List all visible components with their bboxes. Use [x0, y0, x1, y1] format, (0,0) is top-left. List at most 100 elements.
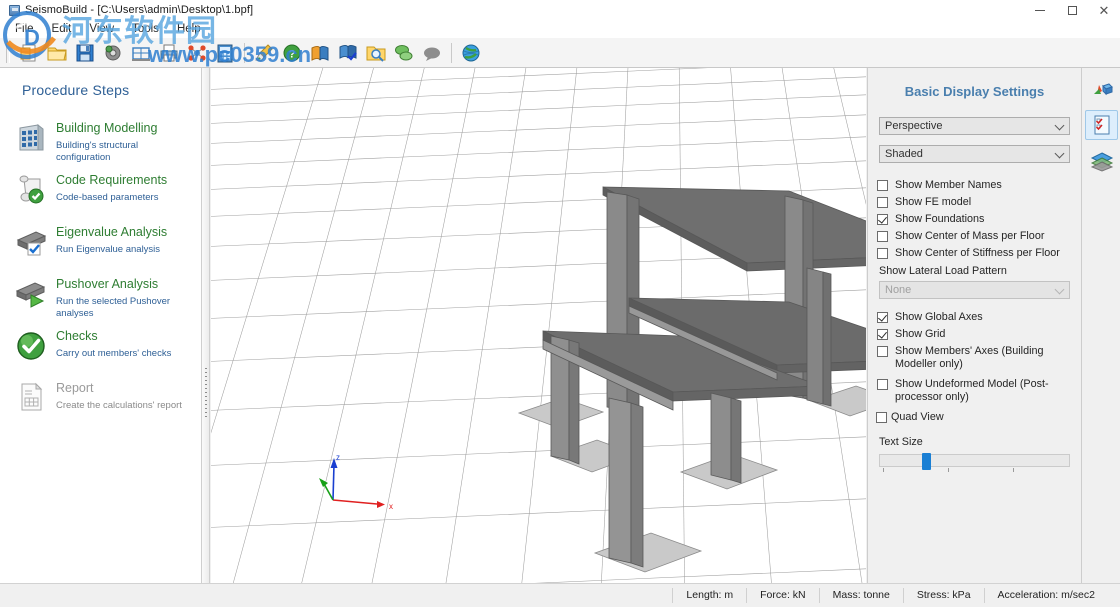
- checkbox-box-icon: [877, 180, 888, 191]
- sidebar-item-label: Building Modelling: [56, 121, 191, 136]
- checkbox-show-member-names[interactable]: Show Member Names: [868, 175, 1081, 192]
- paintbrush-icon[interactable]: [251, 40, 277, 66]
- sidebar-item-description: Run the selected Pushover analyses: [56, 296, 191, 320]
- view-3d-axes-icon[interactable]: [1085, 74, 1118, 104]
- sidebar-title: Procedure Steps: [0, 68, 201, 98]
- checkbox-show-fe-model[interactable]: Show FE model: [868, 192, 1081, 209]
- save-floppy-icon[interactable]: [72, 40, 98, 66]
- checkbox-show-undeformed-model[interactable]: Show Undeformed Model (Post-processor on…: [868, 371, 1081, 404]
- projection-dropdown[interactable]: Perspective: [879, 117, 1070, 135]
- print-icon[interactable]: [156, 40, 182, 66]
- menu-item-edit[interactable]: Edit: [43, 22, 81, 36]
- frame-grid-icon[interactable]: [128, 40, 154, 66]
- checkbox-checked-icon: [877, 312, 888, 323]
- sidebar-item-checks[interactable]: Checks Carry out members' checks: [0, 320, 201, 372]
- minimize-button[interactable]: [1024, 0, 1056, 20]
- checkbox-box-icon: [877, 231, 888, 242]
- building-icon: [14, 120, 48, 154]
- checkbox-show-foundations[interactable]: Show Foundations: [868, 209, 1081, 226]
- sidebar-item-description: Run Eigenvalue analysis: [56, 244, 167, 256]
- model-3d-canvas: x z: [211, 68, 866, 583]
- document-report-icon: [14, 380, 48, 414]
- column-front-mid: [609, 398, 631, 563]
- lateral-load-pattern-label: Show Lateral Load Pattern: [868, 260, 1081, 277]
- sidebar-item-description: Code-based parameters: [56, 192, 167, 204]
- checkbox-box-icon: [877, 248, 888, 259]
- menu-item-help[interactable]: Help: [168, 22, 210, 36]
- menu-item-tools[interactable]: Tools: [123, 22, 168, 36]
- calculator-icon[interactable]: [212, 40, 238, 66]
- splitter-grip-icon: [205, 368, 207, 420]
- checkbox-show-members-axes[interactable]: Show Members' Axes (Building Modeller on…: [868, 341, 1081, 371]
- menu-bar: File Edit View Tools Help: [0, 20, 1120, 38]
- model-viewport[interactable]: x z: [211, 68, 866, 583]
- checkbox-label: Show Undeformed Model (Post-processor on…: [895, 377, 1055, 404]
- axis-z-label: z: [336, 453, 340, 462]
- blue-book-check-icon[interactable]: [335, 40, 361, 66]
- status-stress: Stress: kPa: [903, 588, 984, 603]
- checkbox-label: Show Global Axes: [895, 310, 983, 324]
- gray-speech-icon[interactable]: [419, 40, 445, 66]
- slider-ticks: [879, 468, 1070, 475]
- status-bar: Length: m Force: kN Mass: tonne Stress: …: [0, 583, 1120, 607]
- checkbox-show-center-of-mass[interactable]: Show Center of Mass per Floor: [868, 226, 1081, 243]
- checkbox-show-global-axes[interactable]: Show Global Axes: [868, 307, 1081, 324]
- help-question-icon[interactable]: ?: [279, 40, 305, 66]
- sidebar-item-building-modelling[interactable]: Building Modelling Building's structural…: [0, 112, 201, 164]
- search-folder-icon[interactable]: [363, 40, 389, 66]
- checkbox-quad-view[interactable]: Quad View: [868, 404, 1081, 424]
- application-window: SeismoBuild - [C:\Users\admin\Desktop\1.…: [0, 0, 1120, 607]
- maximize-button[interactable]: [1056, 0, 1088, 20]
- checklist-icon[interactable]: [1085, 110, 1118, 140]
- chat-bubbles-icon[interactable]: [391, 40, 417, 66]
- chevron-down-icon: [1055, 149, 1065, 159]
- settings-panel-title: Basic Display Settings: [868, 68, 1081, 99]
- sidebar-item-report[interactable]: Report Create the calculations' report: [0, 372, 201, 424]
- checkbox-box-icon: [876, 412, 887, 423]
- module-play-icon: [14, 276, 48, 310]
- checkbox-show-grid[interactable]: Show Grid: [868, 324, 1081, 341]
- sidebar-item-label: Code Requirements: [56, 173, 167, 188]
- settings-gear-icon[interactable]: [100, 40, 126, 66]
- toolbar-separator-2: [451, 43, 452, 63]
- sidebar-item-code-requirements[interactable]: Code Requirements Code-based parameters: [0, 164, 201, 216]
- checkbox-label: Show FE model: [895, 195, 971, 209]
- sidebar-item-label: Pushover Analysis: [56, 277, 191, 292]
- menu-item-view[interactable]: View: [80, 22, 123, 36]
- checkbox-label: Show Member Names: [895, 178, 1002, 192]
- menu-item-file[interactable]: File: [6, 22, 43, 36]
- axis-x-label: x: [389, 502, 393, 511]
- orange-book-icon[interactable]: [307, 40, 333, 66]
- render-mode-value: Shaded: [885, 148, 923, 160]
- text-size-slider[interactable]: [879, 454, 1070, 475]
- slider-track[interactable]: [879, 454, 1070, 467]
- status-force: Force: kN: [746, 588, 819, 603]
- sidebar-item-description: Create the calculations' report: [56, 400, 182, 412]
- green-check-circle-icon: [14, 328, 48, 362]
- checkbox-show-center-of-stiffness[interactable]: Show Center of Stiffness per Floor: [868, 243, 1081, 260]
- checkbox-box-icon: [877, 346, 888, 357]
- sidebar-item-label: Report: [56, 381, 182, 396]
- sidebar-item-pushover-analysis[interactable]: Pushover Analysis Run the selected Pusho…: [0, 268, 201, 320]
- checkbox-label: Show Foundations: [895, 212, 984, 226]
- lateral-load-pattern-dropdown[interactable]: None: [879, 281, 1070, 299]
- render-mode-dropdown[interactable]: Shaded: [879, 145, 1070, 163]
- open-folder-icon[interactable]: [44, 40, 70, 66]
- window-controls: ✕: [1024, 0, 1120, 20]
- toolbar-separator: [244, 43, 245, 63]
- globe-icon[interactable]: [458, 40, 484, 66]
- sidebar-item-eigenvalue-analysis[interactable]: Eigenvalue Analysis Run Eigenvalue analy…: [0, 216, 201, 268]
- sidebar-splitter[interactable]: [202, 68, 210, 583]
- molecule-node-icon[interactable]: [184, 40, 210, 66]
- layers-icon[interactable]: [1085, 146, 1118, 176]
- lateral-load-pattern-value: None: [885, 284, 911, 296]
- sidebar-item-description: Carry out members' checks: [56, 348, 171, 360]
- procedure-sidebar: Procedure Steps Building Modell: [0, 68, 202, 583]
- new-file-icon[interactable]: [16, 40, 42, 66]
- checkbox-label: Quad View: [891, 410, 944, 424]
- right-icon-rail: [1083, 68, 1120, 583]
- main-toolbar: ?: [0, 38, 1120, 68]
- sidebar-item-description: Building's structural configuration: [56, 140, 191, 164]
- toolbar-grip[interactable]: [6, 43, 10, 63]
- close-icon[interactable]: ✕: [1088, 0, 1120, 20]
